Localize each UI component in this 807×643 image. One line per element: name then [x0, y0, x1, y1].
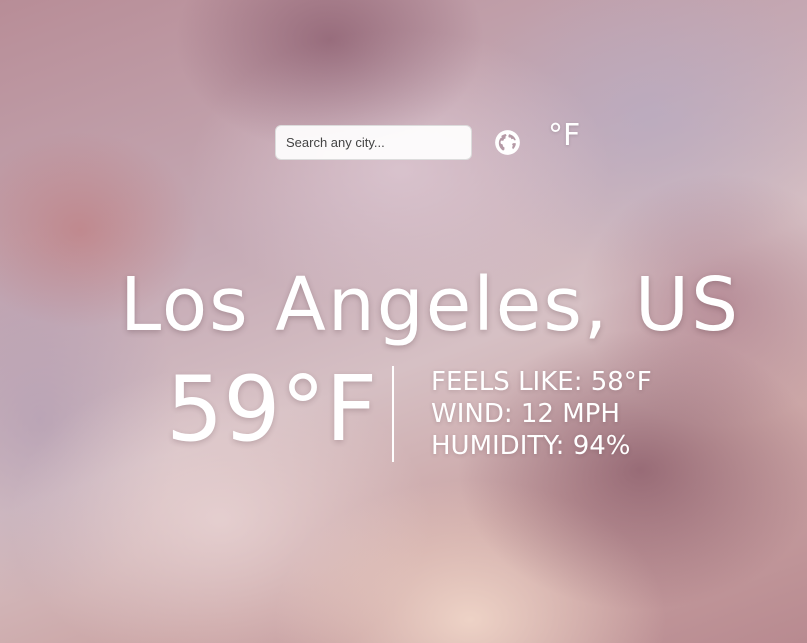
- divider: [392, 366, 394, 462]
- globe-icon: [495, 130, 520, 155]
- humidity-text: HUMIDITY: 94%: [431, 431, 631, 461]
- location-button[interactable]: [494, 129, 521, 156]
- wind-text: WIND: 12 MPH: [431, 399, 620, 429]
- current-temperature: 59°F: [166, 357, 378, 462]
- unit-toggle-button[interactable]: °F: [548, 121, 580, 151]
- city-search-input[interactable]: [275, 125, 472, 160]
- feels-like-text: FEELS LIKE: 58°F: [431, 367, 652, 397]
- weather-details: FEELS LIKE: 58°F WIND: 12 MPH HUMIDITY: …: [431, 366, 652, 462]
- top-bar: °F: [275, 121, 580, 160]
- city-name: Los Angeles, US: [119, 262, 741, 348]
